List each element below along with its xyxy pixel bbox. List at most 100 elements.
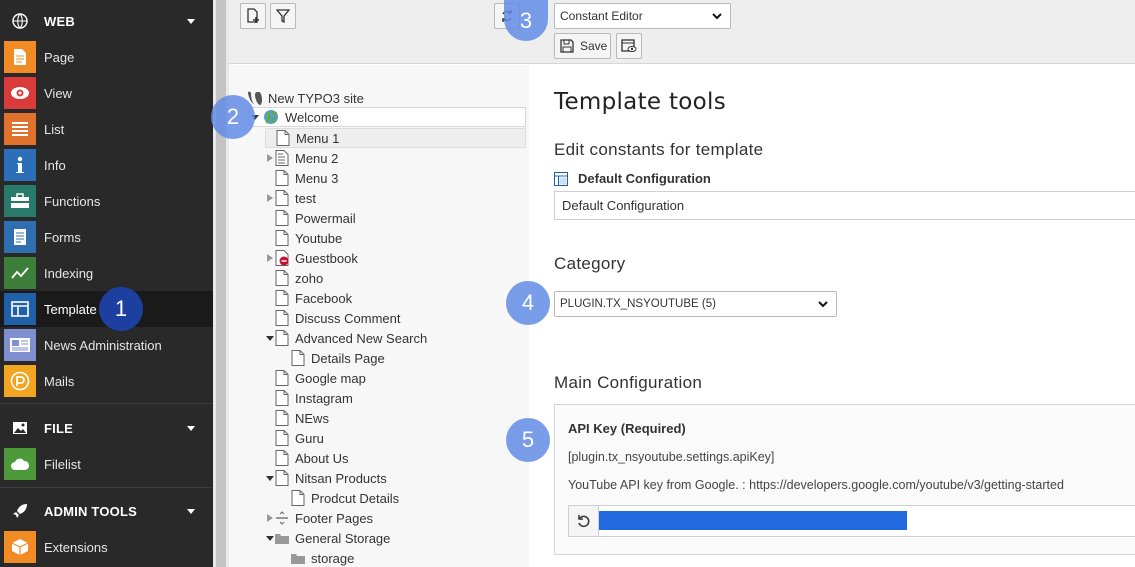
module-list[interactable]: List xyxy=(0,111,213,147)
group-file[interactable]: FILE xyxy=(0,410,213,446)
tree-node-zoho[interactable]: zoho xyxy=(265,268,323,288)
group-admin-tools[interactable]: ADMIN TOOLS xyxy=(0,493,213,529)
page-icon xyxy=(275,190,289,206)
module-functions[interactable]: Functions xyxy=(0,183,213,219)
page-icon xyxy=(275,430,289,446)
module-label: Mails xyxy=(44,373,75,389)
module-menu-scrollbar[interactable] xyxy=(213,0,229,567)
template-icon xyxy=(4,293,36,325)
save-button[interactable]: Save xyxy=(554,33,611,59)
tree-node-instagram[interactable]: Instagram xyxy=(265,388,353,408)
page-icon xyxy=(275,290,289,306)
tree-node-powermail[interactable]: Powermail xyxy=(265,208,356,228)
tree-node-menu-3[interactable]: Menu 3 xyxy=(265,168,338,188)
page-title: Template tools xyxy=(554,89,726,115)
module-indexing[interactable]: Indexing xyxy=(0,255,213,291)
function-select[interactable]: Constant Editor xyxy=(554,3,731,29)
module-news-administration[interactable]: News Administration xyxy=(0,327,213,363)
template-record[interactable]: Default Configuration xyxy=(554,171,711,186)
module-view[interactable]: View xyxy=(0,75,213,111)
tree-node-footer-pages[interactable]: Footer Pages xyxy=(265,508,373,528)
module-forms[interactable]: Forms xyxy=(0,219,213,255)
tree-node-label: Menu 3 xyxy=(295,170,339,186)
chevron-down-icon[interactable] xyxy=(187,509,195,514)
group-web[interactable]: WEB xyxy=(0,3,213,39)
tree-node-details-page[interactable]: Details Page xyxy=(281,348,385,368)
module-info[interactable]: Info xyxy=(0,147,213,183)
content-area: Template tools Edit constants for templa… xyxy=(529,65,1135,567)
tree-root-label: New TYPO3 site xyxy=(268,90,364,106)
chevron-down-icon[interactable] xyxy=(187,426,195,431)
mail-icon xyxy=(4,365,36,397)
tree-node-label: Youtube xyxy=(295,230,343,246)
spacer-icon xyxy=(276,511,288,525)
category-select[interactable]: PLUGIN.TX_NSYOUTUBE (5) xyxy=(554,291,837,317)
module-page[interactable]: Page xyxy=(0,39,213,75)
api-key-input[interactable] xyxy=(568,505,1135,537)
tree-node-label: Instagram xyxy=(295,390,353,406)
module-label: Page xyxy=(44,49,75,65)
tree-node-facebook[interactable]: Facebook xyxy=(265,288,352,308)
category-heading: Category xyxy=(554,254,626,273)
module-mails[interactable]: Mails xyxy=(0,363,213,399)
page-icon xyxy=(275,210,289,226)
module-filelist[interactable]: Filelist xyxy=(0,446,213,482)
tree-node-discuss-comment[interactable]: Discuss Comment xyxy=(265,308,400,328)
reset-button[interactable] xyxy=(569,506,599,536)
tree-node-advanced-new-search[interactable]: Advanced New Search xyxy=(265,328,427,348)
expand-toggle-icon[interactable] xyxy=(265,148,275,168)
tree-node-label: Guestbook xyxy=(295,250,358,266)
collapse-toggle-icon[interactable] xyxy=(265,328,275,348)
expand-toggle-icon[interactable] xyxy=(265,508,275,528)
tree-node-nitsan-products[interactable]: Nitsan Products xyxy=(265,468,387,488)
edit-constants-heading: Edit constants for template xyxy=(554,140,764,159)
tree-node-label: General Storage xyxy=(295,530,391,546)
api-key-value-selected xyxy=(599,511,907,530)
eye-icon xyxy=(4,77,36,109)
module-label: Filelist xyxy=(44,456,81,472)
view-page-button[interactable] xyxy=(616,33,642,59)
collapse-toggle-icon[interactable] xyxy=(265,528,275,548)
main-configuration-heading: Main Configuration xyxy=(554,373,703,392)
tree-node-prodcut-details[interactable]: Prodcut Details xyxy=(281,488,399,508)
page-icon xyxy=(275,330,289,346)
page-menu-icon xyxy=(275,150,289,166)
expand-toggle-icon[interactable] xyxy=(265,248,275,268)
rocket-icon xyxy=(10,501,30,521)
tree-node-general-storage[interactable]: General Storage xyxy=(265,528,390,548)
tree-node-youtube[interactable]: Youtube xyxy=(265,228,342,248)
api-key-path: [plugin.tx_nsyoutube.settings.apiKey] xyxy=(568,450,775,464)
module-extensions[interactable]: Extensions xyxy=(0,529,213,565)
tree-node-test[interactable]: test xyxy=(265,188,316,208)
module-label: Info xyxy=(44,157,66,173)
category-select-value: PLUGIN.TX_NSYOUTUBE (5) xyxy=(560,298,716,310)
tree-node-about-us[interactable]: About Us xyxy=(265,448,348,468)
page-icon xyxy=(4,41,36,73)
tree-node-google-map[interactable]: Google map xyxy=(265,368,366,388)
scrollbar-thumb[interactable] xyxy=(216,0,226,567)
tree-node-welcome[interactable]: Welcome xyxy=(249,107,526,127)
tree-node-label: Guru xyxy=(295,430,324,446)
expand-toggle-icon[interactable] xyxy=(265,188,275,208)
new-page-button[interactable] xyxy=(240,3,266,29)
tree-node-menu-2[interactable]: Menu 2 xyxy=(265,148,338,168)
tree-node-news[interactable]: NEws xyxy=(265,408,329,428)
page-icon xyxy=(275,230,289,246)
api-key-title: API Key (Required) xyxy=(568,421,686,436)
globe-icon xyxy=(10,11,30,31)
toolbox-icon xyxy=(4,185,36,217)
callout-badge: 1 xyxy=(99,287,143,331)
folder-icon xyxy=(275,534,289,544)
collapse-toggle-icon[interactable] xyxy=(265,468,275,488)
module-label: Extensions xyxy=(44,539,108,555)
tree-node-menu-1[interactable]: Menu 1 xyxy=(265,128,526,148)
tree-root[interactable]: New TYPO3 site xyxy=(245,88,364,108)
tree-node-label: Prodcut Details xyxy=(311,490,400,506)
tree-node-storage[interactable]: storage xyxy=(281,548,354,567)
page-icon xyxy=(291,490,305,506)
tree-node-guestbook[interactable]: Guestbook xyxy=(265,248,358,268)
new-page-icon xyxy=(247,8,259,23)
chevron-down-icon[interactable] xyxy=(187,19,195,24)
tree-node-guru[interactable]: Guru xyxy=(265,428,324,448)
filter-button[interactable] xyxy=(270,3,296,29)
